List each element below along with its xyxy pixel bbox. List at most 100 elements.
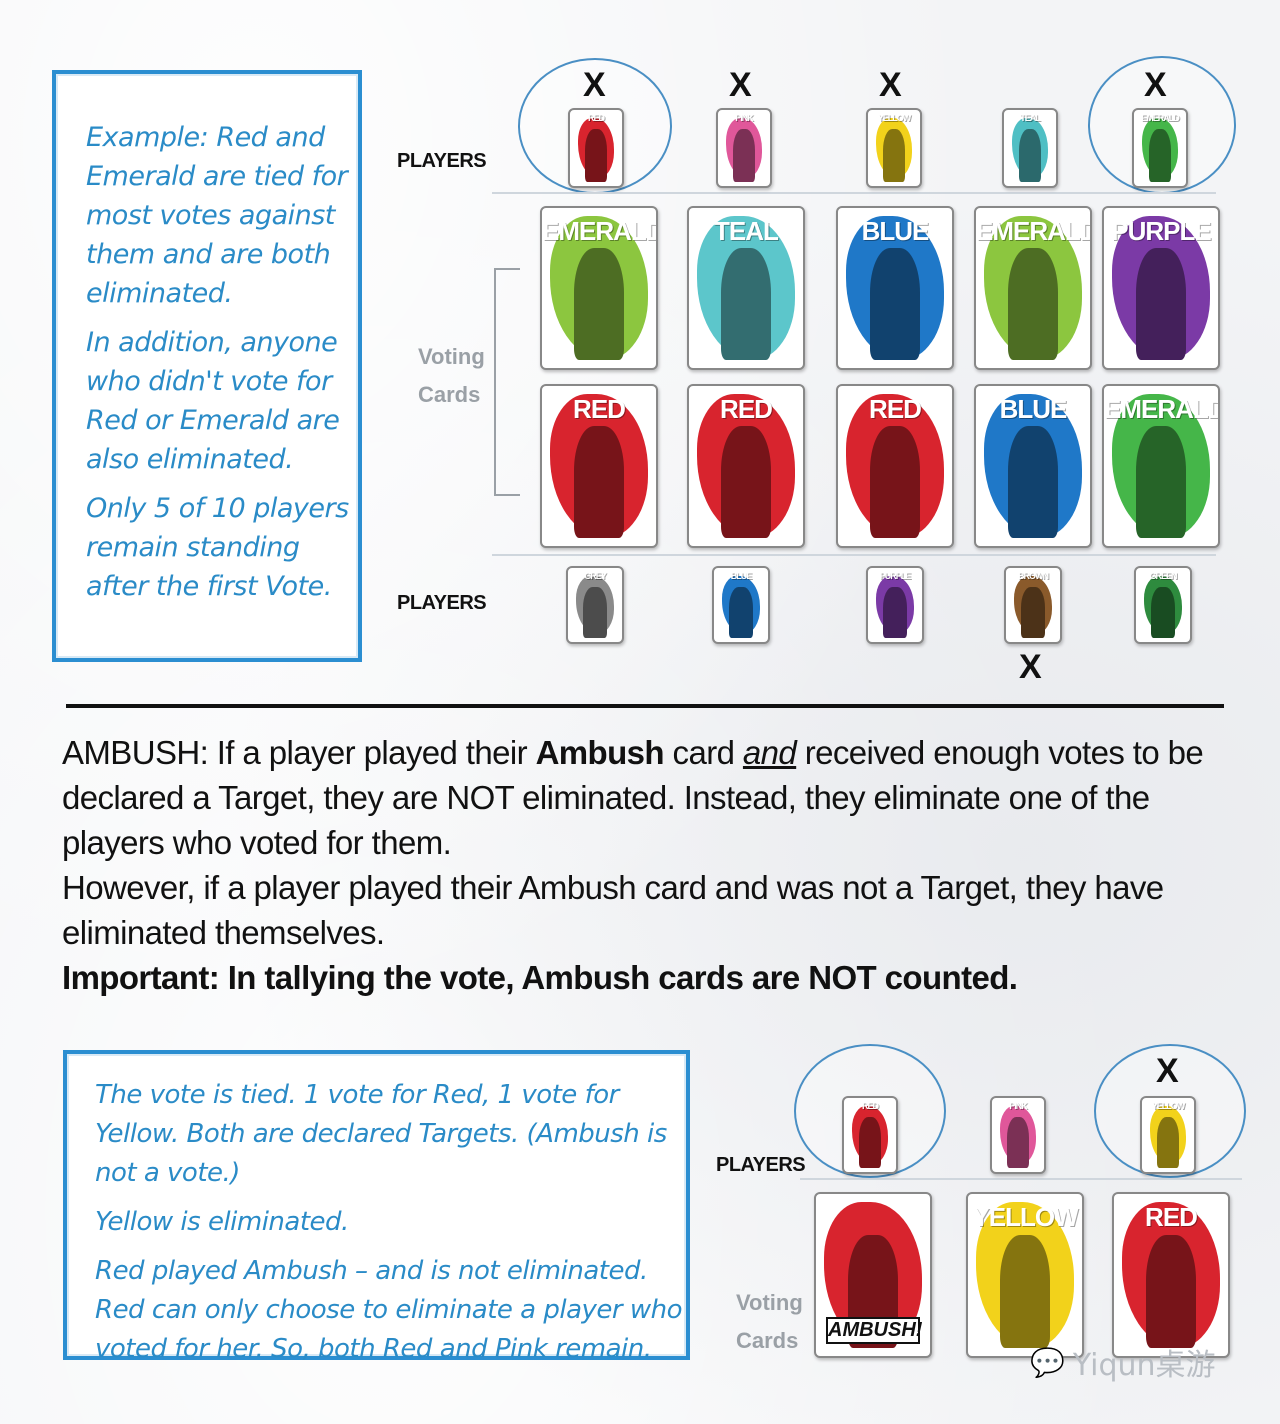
rules-line-1-c: card xyxy=(663,734,743,771)
player-grey-card: GREY xyxy=(566,566,624,644)
card-color-name: BLUE xyxy=(730,571,753,581)
ambush-label: AMBUSH! xyxy=(826,1317,922,1344)
players-label-2: PLAYERS xyxy=(716,1154,806,1176)
player-yellow-card: YELLOW xyxy=(866,108,922,188)
card-color-name: TEAL xyxy=(714,216,779,246)
vote-teal-card: TEAL xyxy=(687,206,805,370)
character-silhouette-icon xyxy=(869,248,921,360)
example-2-paragraph-2: Yellow is eliminated. xyxy=(95,1207,349,1237)
card-color-name: BROWN xyxy=(1018,571,1049,581)
card-color-name: EMERALD xyxy=(1141,113,1180,123)
character-silhouette-icon xyxy=(1145,1234,1197,1348)
character-silhouette-icon xyxy=(729,586,753,639)
vote-purple-card: PURPLE xyxy=(1102,206,1220,370)
player2-red-card: RED xyxy=(842,1096,898,1174)
x-mark-brown: X xyxy=(1019,648,1042,686)
vote-emerald-card: EMERALD xyxy=(1102,384,1220,548)
watermark: 💬 Yiqun桌游 xyxy=(1030,1340,1216,1384)
character-silhouette-icon xyxy=(1135,426,1187,538)
card-color-name: PINK xyxy=(735,113,754,123)
card-color-name: RED xyxy=(573,394,626,424)
voting-label-word-2: Cards xyxy=(418,382,481,407)
card-color-name: EMERALD xyxy=(542,216,658,246)
vote2-ambush-card: AMBUSH! xyxy=(814,1192,932,1358)
card-color-name: GREEN xyxy=(1149,571,1177,581)
player-green-card: GREEN xyxy=(1134,566,1192,644)
rules-line-1-a: AMBUSH: If a player played their xyxy=(62,734,536,771)
rules-line-1: AMBUSH: If a player played their Ambush … xyxy=(62,730,1242,775)
character-silhouette-icon xyxy=(1018,129,1042,183)
vote-blue-card: BLUE xyxy=(974,384,1092,548)
example-2-paragraph-1: The vote is tied. 1 vote for Red, 1 vote… xyxy=(95,1080,667,1188)
wechat-icon: 💬 xyxy=(1030,1345,1065,1379)
character-silhouette-icon xyxy=(720,426,772,538)
players-label-top: PLAYERS xyxy=(397,150,487,172)
player-purple-card: PURPLE xyxy=(866,566,924,644)
x-mark-emerald: X xyxy=(1144,66,1167,104)
character-silhouette-icon xyxy=(869,426,921,538)
example-1-paragraph-1: Example: Red and Emerald are tied for mo… xyxy=(86,122,348,309)
card-color-name: YELLOW xyxy=(972,1202,1078,1232)
card-color-name: RED xyxy=(1145,1202,1198,1232)
vote-red-card: RED xyxy=(836,384,954,548)
card-color-name: BLUE xyxy=(861,216,930,246)
rules-line-4: However, if a player played their Ambush… xyxy=(62,869,1164,906)
player-teal-card: TEAL xyxy=(1002,108,1058,188)
vote2-red-card: RED xyxy=(1112,1192,1230,1358)
player-red-card: RED xyxy=(568,108,624,188)
example-1-paragraph-3: Only 5 of 10 players remain standing aft… xyxy=(86,493,349,602)
vote-emerald-card: EMERALD xyxy=(974,206,1092,370)
card-color-name: TEAL xyxy=(1020,113,1041,123)
card-color-name: PURPLE xyxy=(1111,216,1211,246)
section-divider xyxy=(66,704,1224,708)
player2-yellow-card: YELLOW xyxy=(1140,1096,1196,1174)
character-silhouette-icon xyxy=(583,586,607,639)
player-brown-card: BROWN xyxy=(1004,566,1062,644)
voting-label: Voting Cards xyxy=(418,338,485,414)
character-silhouette-icon xyxy=(1006,1116,1030,1169)
character-silhouette-icon xyxy=(882,129,906,183)
divider-line-bottom xyxy=(492,554,1216,556)
example-box-1: Example: Red and Emerald are tied for mo… xyxy=(52,70,362,662)
x-mark-pink: X xyxy=(729,66,752,104)
rules-line-1-e: received enough votes to be xyxy=(796,734,1204,771)
rules-important-line: Important: In tallying the vote, Ambush … xyxy=(62,959,1018,996)
rules-line-2: declared a Target, they are NOT eliminat… xyxy=(62,779,1150,816)
card-color-name: RED xyxy=(861,1101,879,1111)
card-color-name: PURPLE xyxy=(879,571,912,581)
character-silhouette-icon xyxy=(584,129,608,183)
players-label-bottom: PLAYERS xyxy=(397,592,487,614)
character-silhouette-icon xyxy=(573,426,625,538)
voting-label-2-word-2: Cards xyxy=(736,1328,799,1353)
example-2-paragraph-3: Red played Ambush – and is not eliminate… xyxy=(95,1256,683,1364)
card-color-name: YELLOW xyxy=(1151,1101,1186,1111)
character-silhouette-icon xyxy=(720,248,772,360)
vote-emerald-card: EMERALD xyxy=(540,206,658,370)
voting-label-2-word-1: Voting xyxy=(736,1290,803,1315)
voting-label-word-1: Voting xyxy=(418,344,485,369)
card-color-name: YELLOW xyxy=(877,113,912,123)
rules-ambush-bold: Ambush xyxy=(535,734,665,771)
example-2-text: The vote is tied. 1 vote for Red, 1 vote… xyxy=(95,1076,685,1379)
card-color-name: RED xyxy=(720,394,773,424)
character-silhouette-icon xyxy=(732,129,756,183)
character-silhouette-icon xyxy=(1135,248,1187,360)
example-1-paragraph-2: In addition, anyone who didn't vote for … xyxy=(86,327,340,475)
example-1-text: Example: Red and Emerald are tied for mo… xyxy=(86,118,356,616)
character-silhouette-icon xyxy=(1148,129,1172,183)
vote-blue-card: BLUE xyxy=(836,206,954,370)
player2-pink-card: PINK xyxy=(990,1096,1046,1174)
character-silhouette-icon xyxy=(999,1234,1051,1348)
ambush-rules: AMBUSH: If a player played their Ambush … xyxy=(62,730,1242,1000)
example-box-2: The vote is tied. 1 vote for Red, 1 vote… xyxy=(63,1050,690,1364)
vote-red-card: RED xyxy=(540,384,658,548)
voting-bracket xyxy=(494,268,520,496)
card-color-name: EMERALD xyxy=(1104,394,1220,424)
card-color-name: BLUE xyxy=(999,394,1068,424)
vote2-yellow-card: YELLOW xyxy=(966,1192,1084,1358)
character-silhouette-icon xyxy=(1151,586,1175,639)
character-silhouette-icon xyxy=(573,248,625,360)
card-color-name: GREY xyxy=(584,571,607,581)
character-silhouette-icon xyxy=(858,1116,882,1169)
character-silhouette-icon xyxy=(1007,248,1059,360)
